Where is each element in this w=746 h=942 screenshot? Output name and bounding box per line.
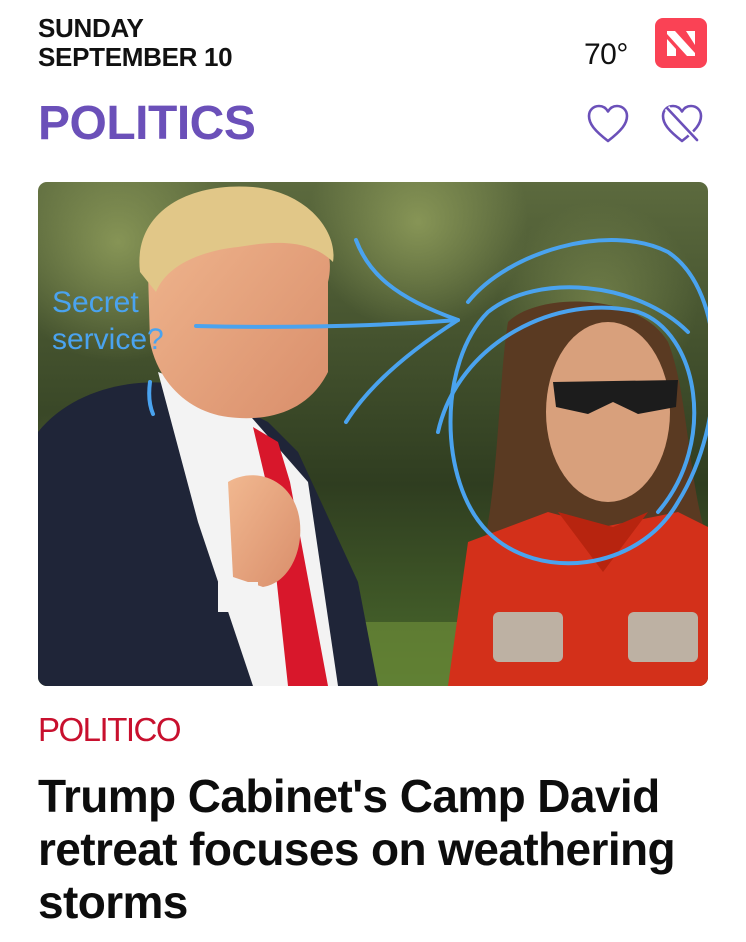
date-header: SUNDAY SEPTEMBER 10 <box>38 13 233 72</box>
article-photo[interactable]: Secret service? <box>38 182 708 686</box>
article-photo-illustration <box>38 182 708 686</box>
annotation-line-2: service? <box>52 323 164 356</box>
publisher-logo[interactable]: POLITICO <box>38 711 182 749</box>
day-label: SUNDAY <box>38 13 144 43</box>
date-label: SEPTEMBER 10 <box>38 42 233 72</box>
temperature-label: 70° <box>584 38 628 71</box>
news-icon[interactable] <box>655 18 707 68</box>
article-headline[interactable]: Trump Cabinet's Camp David retreat focus… <box>38 770 718 929</box>
section-title: POLITICS <box>38 97 256 150</box>
heart-icon <box>587 104 629 143</box>
annotation-line-1: Secret <box>52 286 139 319</box>
block-button[interactable] <box>658 102 706 146</box>
photo-annotation-text: Secret service? <box>52 284 164 358</box>
follow-button[interactable] <box>585 102 631 146</box>
heart-slash-icon <box>661 104 703 143</box>
